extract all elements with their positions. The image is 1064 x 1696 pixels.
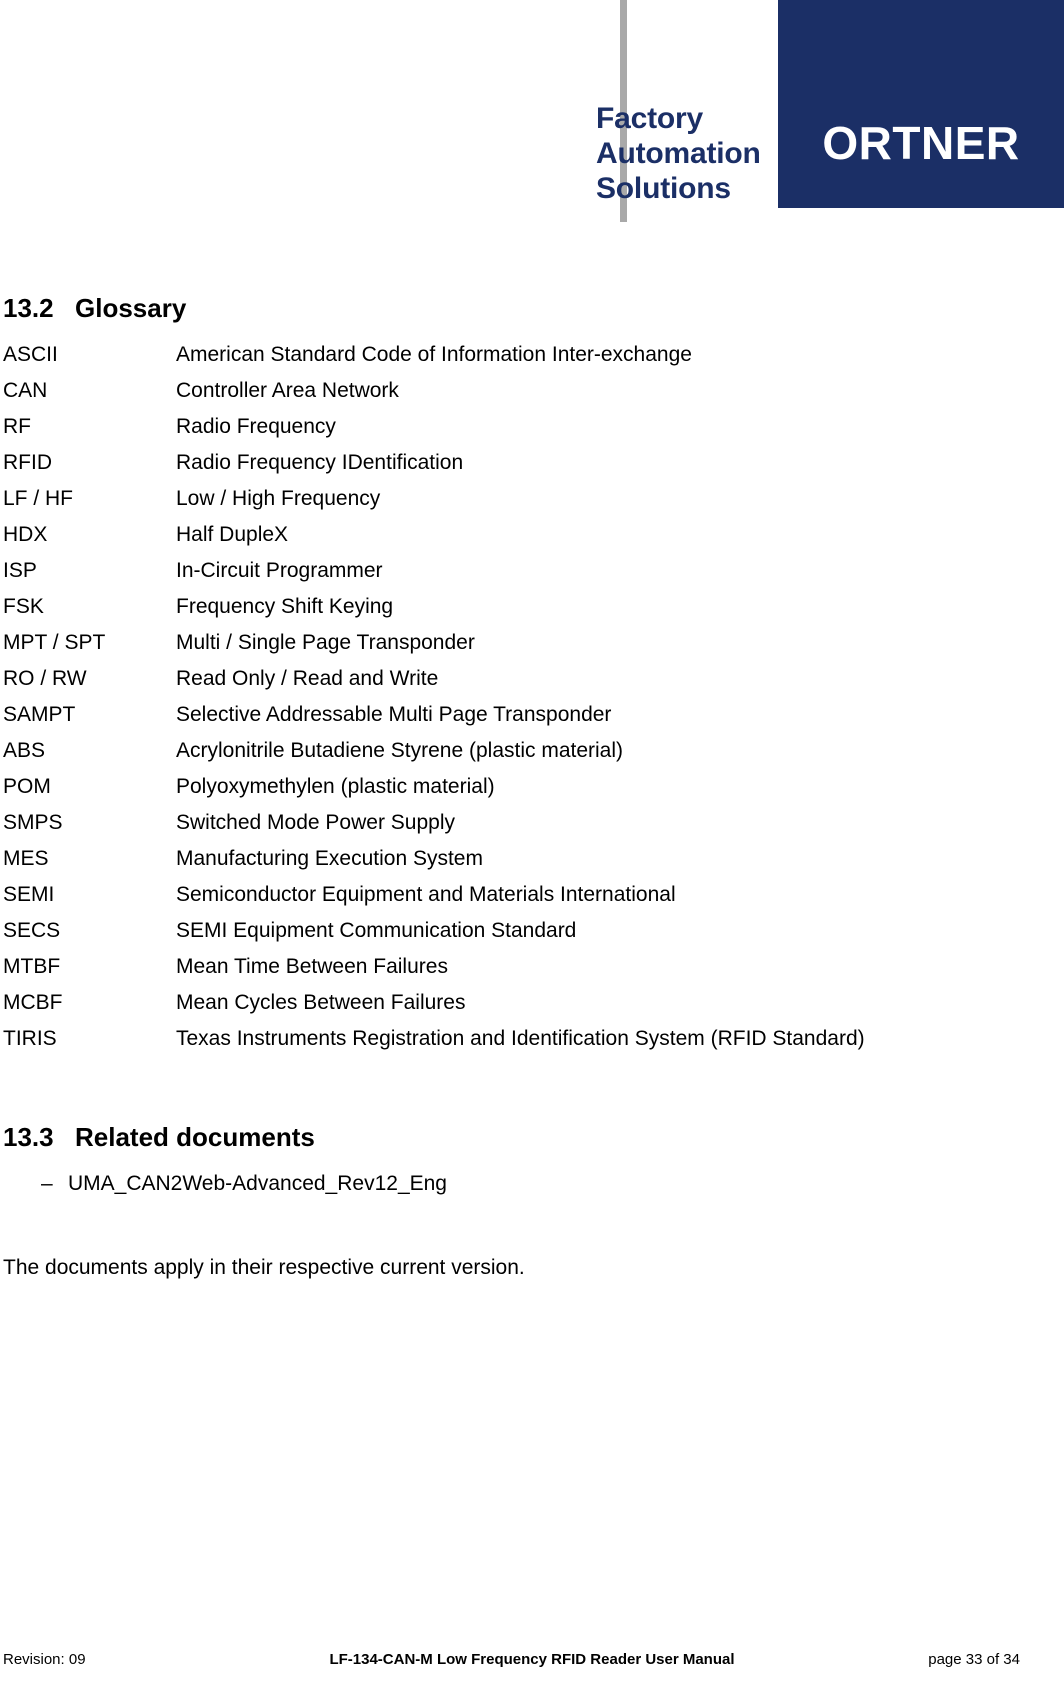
glossary-term: RFID xyxy=(3,450,52,474)
glossary-definition: In-Circuit Programmer xyxy=(176,558,383,582)
glossary-definition: Radio Frequency IDentification xyxy=(176,450,464,474)
page-content: 13.2 Glossary ASCII American Standard Cod… xyxy=(0,232,1064,1283)
tagline-line-2: Automation xyxy=(596,137,761,171)
table-row: MPT / SPT Multi / Single Page Transponde… xyxy=(3,625,1064,661)
glossary-definition: Controller Area Network xyxy=(176,378,399,402)
glossary-term: MPT / SPT xyxy=(3,630,106,654)
glossary-definition: Mean Time Between Failures xyxy=(176,954,448,978)
table-row: POM Polyoxymethylen (plastic material) xyxy=(3,769,1064,805)
table-row: MTBF Mean Time Between Failures xyxy=(3,949,1064,985)
bullet-dash-icon: – xyxy=(41,1172,53,1196)
glossary-definition: Mean Cycles Between Failures xyxy=(176,990,466,1014)
glossary-definition: Acrylonitrile Butadiene Styrene (plastic… xyxy=(176,738,624,762)
table-row: CAN Controller Area Network xyxy=(3,373,1064,409)
table-row: LF / HF Low / High Frequency xyxy=(3,481,1064,517)
glossary-term: SEMI xyxy=(3,882,55,906)
glossary-definition: Low / High Frequency xyxy=(176,486,381,510)
related-document-name: UMA_CAN2Web-Advanced_Rev12_Eng xyxy=(68,1172,447,1196)
glossary-definition: Polyoxymethylen (plastic material) xyxy=(176,774,495,798)
table-row: RFID Radio Frequency IDentification xyxy=(3,445,1064,481)
glossary-definition: Multi / Single Page Transponder xyxy=(176,630,475,654)
glossary-term: POM xyxy=(3,774,51,798)
table-row: SEMI Semiconductor Equipment and Materia… xyxy=(3,877,1064,913)
table-row: ASCII American Standard Code of Informat… xyxy=(3,337,1064,373)
glossary-term: ISP xyxy=(3,558,37,582)
brand-logo-box: ORTNER xyxy=(778,0,1064,208)
brand-logo-text: ORTNER xyxy=(822,117,1020,169)
glossary-term: SAMPT xyxy=(3,702,76,726)
glossary-term: MTBF xyxy=(3,954,61,978)
glossary-term: TIRIS xyxy=(3,1026,57,1050)
glossary-definition: Manufacturing Execution System xyxy=(176,846,483,870)
glossary-definition: Frequency Shift Keying xyxy=(176,594,394,618)
table-row: RO / RW Read Only / Read and Write xyxy=(3,661,1064,697)
table-row: SAMPT Selective Addressable Multi Page T… xyxy=(3,697,1064,733)
glossary-definition: Semiconductor Equipment and Materials In… xyxy=(176,882,676,906)
glossary-section-heading: 13.2 Glossary xyxy=(3,232,1064,337)
related-documents-section-number: 13.3 xyxy=(3,1121,54,1152)
glossary-term: ASCII xyxy=(3,342,58,366)
table-row: MES Manufacturing Execution System xyxy=(3,841,1064,877)
glossary-term: SMPS xyxy=(3,810,63,834)
table-row: SECS SEMI Equipment Communication Standa… xyxy=(3,913,1064,949)
related-documents-section-heading: 13.3 Related documents xyxy=(3,1057,1064,1168)
footer-document-title: LF-134-CAN-M Low Frequency RFID Reader U… xyxy=(329,1651,735,1668)
tagline-line-3: Solutions xyxy=(596,172,731,206)
glossary-term: RF xyxy=(3,414,31,438)
table-row: ABS Acrylonitrile Butadiene Styrene (pla… xyxy=(3,733,1064,769)
glossary-section-title: Glossary xyxy=(75,293,187,323)
table-row: SMPS Switched Mode Power Supply xyxy=(3,805,1064,841)
glossary-definition: Switched Mode Power Supply xyxy=(176,810,455,834)
glossary-table: ASCII American Standard Code of Informat… xyxy=(3,337,1064,1057)
glossary-definition: American Standard Code of Information In… xyxy=(176,342,692,366)
glossary-definition: Read Only / Read and Write xyxy=(176,666,439,690)
related-documents-list: – UMA_CAN2Web-Advanced_Rev12_Eng xyxy=(3,1167,1064,1201)
glossary-definition: Radio Frequency xyxy=(176,414,336,438)
glossary-term: FSK xyxy=(3,594,44,618)
glossary-definition: SEMI Equipment Communication Standard xyxy=(176,918,577,942)
glossary-term: HDX xyxy=(3,522,48,546)
table-row: ISP In-Circuit Programmer xyxy=(3,553,1064,589)
table-row: FSK Frequency Shift Keying xyxy=(3,589,1064,625)
glossary-term: MCBF xyxy=(3,990,63,1014)
closing-note: The documents apply in their respective … xyxy=(3,1256,525,1280)
glossary-definition: Half DupleX xyxy=(176,522,289,546)
glossary-term: SECS xyxy=(3,918,61,942)
page-header: Factory Automation Solutions ORTNER xyxy=(0,0,1064,232)
page-footer: Revision: 09 LF-134-CAN-M Low Frequency … xyxy=(0,1648,1064,1672)
glossary-term: LF / HF xyxy=(3,486,74,510)
glossary-term: MES xyxy=(3,846,49,870)
company-tagline: Factory Automation Solutions xyxy=(596,101,806,206)
table-row: HDX Half DupleX xyxy=(3,517,1064,553)
glossary-term: CAN xyxy=(3,378,48,402)
tagline-line-1: Factory xyxy=(596,102,703,135)
footer-page-number: page 33 of 34 xyxy=(928,1651,1020,1668)
table-row: RF Radio Frequency xyxy=(3,409,1064,445)
table-row: MCBF Mean Cycles Between Failures xyxy=(3,985,1064,1021)
document-page: Factory Automation Solutions ORTNER 13.2… xyxy=(0,0,1064,1696)
related-documents-section-title: Related documents xyxy=(75,1121,315,1152)
glossary-table-body: ASCII American Standard Code of Informat… xyxy=(3,337,1064,1057)
table-row: TIRIS Texas Instruments Registration and… xyxy=(3,1021,1064,1057)
glossary-definition: Selective Addressable Multi Page Transpo… xyxy=(176,702,612,726)
glossary-definition: Texas Instruments Registration and Ident… xyxy=(176,1026,865,1050)
glossary-term: ABS xyxy=(3,738,46,762)
glossary-section-number: 13.2 xyxy=(3,293,54,323)
glossary-term: RO / RW xyxy=(3,666,87,690)
list-item: – UMA_CAN2Web-Advanced_Rev12_Eng xyxy=(3,1167,1064,1201)
